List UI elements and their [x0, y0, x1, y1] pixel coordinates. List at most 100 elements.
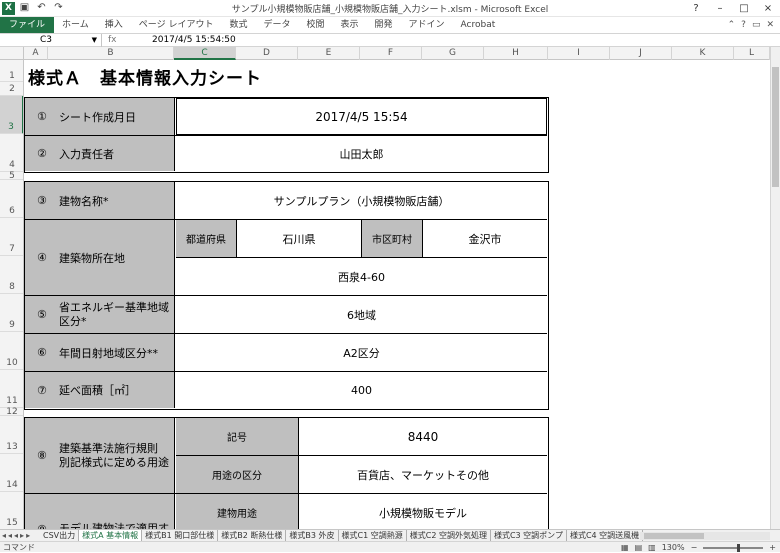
column-header[interactable]: E	[298, 47, 360, 60]
select-all-corner[interactable]	[0, 47, 24, 60]
column-header-selected[interactable]: C	[174, 47, 236, 60]
tab-formulas[interactable]: 数式	[221, 17, 255, 33]
row-header[interactable]: 2	[0, 82, 23, 96]
minimize-button[interactable]: –	[708, 0, 732, 17]
label-cell: ④ 建築物所在地	[25, 220, 175, 295]
row-header-selected[interactable]: 3	[0, 96, 23, 134]
vertical-scrollbar[interactable]	[770, 47, 780, 529]
tab-developer[interactable]: 開発	[367, 17, 401, 33]
close-button[interactable]: ×	[756, 0, 780, 17]
tab-acrobat[interactable]: Acrobat	[453, 17, 504, 33]
column-header[interactable]: B	[48, 47, 174, 60]
row-header[interactable]: 14	[0, 454, 23, 492]
sheet-tab[interactable]: 様式C4 空調送風機	[567, 530, 644, 541]
column-header[interactable]: F	[360, 47, 422, 60]
row-header[interactable]: 7	[0, 218, 23, 256]
column-header[interactable]: A	[24, 47, 48, 60]
maximize-button[interactable]: □	[732, 0, 756, 17]
column-headers: A B C D E F G H I J K L	[0, 47, 780, 60]
column-header[interactable]: L	[734, 47, 770, 60]
tab-view[interactable]: 表示	[333, 17, 367, 33]
close-workbook-icon[interactable]: ✕	[766, 20, 774, 30]
prefecture-cell[interactable]: 石川県	[237, 220, 362, 257]
sheet-tab[interactable]: 様式C3 空調ポンプ	[491, 530, 567, 541]
city-label: 市区町村	[362, 220, 423, 257]
label-cell: ⑤ 省エネルギー基準地域 区分*	[25, 296, 175, 333]
row-header[interactable]: 15	[0, 492, 23, 529]
code-cell[interactable]: 8440	[299, 418, 547, 455]
energy-region-cell[interactable]: 6地域	[176, 296, 547, 333]
column-header[interactable]: H	[484, 47, 548, 60]
zoom-in-icon[interactable]: +	[769, 542, 776, 553]
floor-area-cell[interactable]: 400	[176, 372, 547, 408]
address-cell[interactable]: 西泉4-60	[176, 258, 547, 295]
solar-region-cell[interactable]: A2区分	[176, 334, 547, 371]
page-layout-view-icon[interactable]: ▤	[635, 542, 643, 553]
help-icon[interactable]: ?	[741, 20, 746, 30]
normal-view-icon[interactable]: ▦	[621, 542, 629, 553]
column-header[interactable]: D	[236, 47, 298, 60]
sheet-nav-arrows-icon[interactable]: ◂◂◂▸▸	[2, 530, 32, 541]
sheet-tab[interactable]: 様式B1 開口部仕様	[142, 530, 219, 541]
sheet-tab[interactable]: 様式B3 外皮	[286, 530, 339, 541]
row-header[interactable]: 6	[0, 180, 23, 218]
scrollbar-thumb[interactable]	[644, 533, 704, 539]
tab-addins[interactable]: アドイン	[401, 17, 453, 33]
label-building-use: 建築基準法施行規則 別記様式に定める用途	[59, 442, 169, 470]
row-header[interactable]: 1	[0, 60, 23, 82]
row-header[interactable]: 4	[0, 134, 23, 172]
row-header[interactable]: 11	[0, 370, 23, 408]
tab-file[interactable]: ファイル	[0, 17, 55, 33]
tab-data[interactable]: データ	[255, 17, 298, 33]
row-header[interactable]: 13	[0, 416, 23, 454]
label-cell: ⑥ 年間日射地域区分**	[25, 334, 175, 371]
column-header[interactable]: I	[548, 47, 610, 60]
zoom-slider[interactable]	[703, 543, 764, 552]
sheet-tab[interactable]: 様式C2 空調外気処理	[407, 530, 491, 541]
row-header[interactable]: 12	[0, 408, 23, 417]
scrollbar-thumb[interactable]	[772, 67, 779, 187]
created-date-cell[interactable]: 2017/4/5 15:54	[176, 98, 547, 135]
sheet-tab[interactable]: 様式C1 空調熱源	[339, 530, 407, 541]
responsible-person-cell[interactable]: 山田太郎	[176, 136, 547, 171]
tab-home[interactable]: ホーム	[54, 17, 97, 33]
sheet-title: 様式Ａ 基本情報入力シート	[28, 69, 262, 89]
label-solar-region: 年間日射地域区分**	[59, 346, 158, 360]
restore-icon[interactable]: ▭	[752, 20, 761, 30]
row-header[interactable]: 5	[0, 172, 23, 181]
label-line: 省エネルギー基準地域	[59, 300, 169, 314]
column-header[interactable]: J	[610, 47, 672, 60]
sheet-tab[interactable]: CSV出力	[40, 530, 80, 541]
zoom-level[interactable]: 130%	[662, 542, 685, 553]
title-bar: X ▣ ↶ ↷ サンプル小規模物販店舗_小規模物販店舗_入力シート.xlsm -…	[0, 0, 780, 17]
label-cell: ⑨ モデル建物法で適用す	[25, 494, 175, 529]
ribbon-minimize-icon[interactable]: ⌃	[728, 20, 736, 30]
use-category-cell[interactable]: 百貨店、マーケットその他	[299, 456, 547, 493]
zoom-out-icon[interactable]: −	[691, 542, 698, 553]
row-header[interactable]: 9	[0, 294, 23, 332]
label-model-building: モデル建物法で適用す	[59, 522, 169, 529]
tab-page-layout[interactable]: ページ レイアウト	[131, 17, 222, 33]
sheet-tab[interactable]: 様式B2 断熱仕様	[218, 530, 287, 541]
tab-review[interactable]: 校閲	[298, 17, 332, 33]
column-header[interactable]: K	[672, 47, 734, 60]
model-use-label: 建物用途	[176, 494, 299, 529]
name-box[interactable]: C3 ▼	[2, 34, 102, 47]
formula-input[interactable]: 2017/4/5 15:54:50	[152, 34, 236, 47]
row-header[interactable]: 10	[0, 332, 23, 370]
label-responsible-person: 入力責任者	[59, 147, 114, 161]
row-header[interactable]: 8	[0, 256, 23, 294]
help-button[interactable]: ?	[684, 0, 708, 17]
section-building-use: ⑧ 建築基準法施行規則 別記様式に定める用途 記号 8440 用途の区分 百貨店…	[24, 417, 549, 529]
sheet-tab-active[interactable]: 様式A 基本情報	[79, 530, 143, 541]
column-header[interactable]: G	[422, 47, 484, 60]
chevron-down-icon[interactable]: ▼	[92, 34, 97, 47]
function-icon[interactable]: fx	[108, 34, 148, 47]
building-name-cell[interactable]: サンプルプラン（小規模物販店舗）	[176, 182, 547, 219]
tab-insert[interactable]: 挿入	[97, 17, 131, 33]
model-use-cell[interactable]: 小規模物販モデル	[299, 494, 547, 529]
city-cell[interactable]: 金沢市	[423, 220, 547, 257]
horizontal-scrollbar[interactable]	[640, 532, 770, 540]
label-building-name: 建物名称*	[59, 194, 109, 208]
page-break-view-icon[interactable]: ▥	[648, 542, 656, 553]
